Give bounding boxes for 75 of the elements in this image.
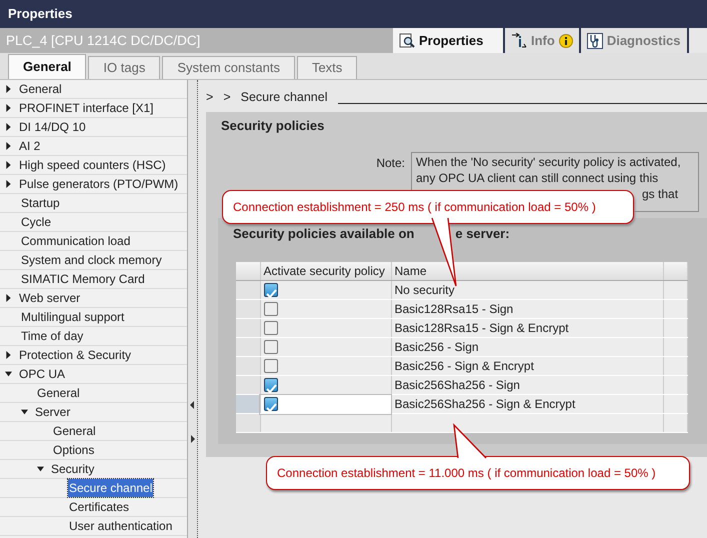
tree-item[interactable]: General — [36, 384, 81, 402]
tree-item[interactable]: AI 2 — [18, 137, 42, 155]
tree-item[interactable]: SIMATIC Memory Card — [20, 270, 146, 288]
view-tab[interactable]: Properties — [393, 28, 505, 53]
tab[interactable]: Texts — [296, 56, 358, 79]
check-icon — [264, 288, 276, 300]
note-line: any OPC UA client can still connect using this — [416, 170, 658, 186]
checkbox[interactable] — [264, 378, 278, 392]
tree-item[interactable]: System and clock memory — [20, 251, 163, 269]
expand-arrow-icon[interactable] — [5, 85, 12, 93]
table-cell: Basic128Rsa15 - Sign — [391, 300, 663, 318]
note-line: When the 'No security' security policy is activated, — [416, 154, 681, 170]
splitter[interactable] — [188, 80, 198, 538]
tab[interactable]: System constants — [162, 56, 295, 79]
table-cell: Basic256Sha256 - Sign — [391, 376, 663, 394]
tree-item[interactable]: Protection & Security — [18, 346, 132, 364]
checkbox[interactable] — [264, 397, 278, 411]
expand-arrow-icon[interactable] — [5, 294, 12, 302]
callout-pointer — [432, 218, 457, 287]
breadcrumb-separator: > — [206, 88, 214, 106]
table-cell: Basic256 - Sign — [391, 338, 663, 356]
breadcrumb-separator: > — [223, 88, 231, 106]
tree-item[interactable]: Time of day — [20, 327, 84, 345]
expand-arrow-icon[interactable] — [5, 104, 12, 112]
checkbox[interactable] — [264, 340, 278, 354]
tree-item[interactable]: PROFINET interface [X1] — [18, 99, 154, 117]
tree-item[interactable]: General — [18, 80, 63, 98]
checkbox[interactable] — [264, 302, 278, 316]
expand-arrow-icon[interactable] — [5, 351, 12, 359]
tree-item[interactable]: Certificates — [68, 498, 130, 516]
table-heading: e server: — [455, 225, 510, 243]
tree-item[interactable]: Startup — [20, 194, 61, 212]
tree-item[interactable]: High speed counters (HSC) — [18, 156, 167, 174]
tab[interactable]: IO tags — [88, 56, 160, 79]
tree-item[interactable]: OPC UA — [18, 365, 66, 383]
tree-item[interactable]: Communication load — [20, 232, 132, 250]
tree-item[interactable]: User authentication — [68, 517, 174, 535]
tree-item[interactable]: Web server — [18, 289, 82, 307]
expand-arrow-icon[interactable] — [5, 142, 12, 150]
table-cell: Basic256 - Sign & Encrypt — [391, 356, 663, 376]
expand-arrow-icon[interactable] — [5, 123, 12, 131]
tree-item[interactable]: Security — [50, 460, 96, 478]
object-title: PLC_4 [CPU 1214C DC/DC/DC] — [0, 28, 393, 53]
table-cell: Basic128Rsa15 - Sign & Encrypt — [391, 318, 663, 338]
magnifier-icon — [399, 32, 415, 48]
table-cell: Basic256Sha256 - Sign & Encrypt — [391, 394, 663, 414]
collapse-arrow-icon[interactable] — [5, 370, 12, 378]
window-title: Properties — [0, 0, 707, 28]
tree-item[interactable]: General — [52, 422, 97, 440]
breadcrumb-current[interactable]: Secure channel — [240, 88, 328, 106]
tree-item[interactable]: Cycle — [20, 213, 52, 231]
tree-item[interactable]: Pulse generators (PTO/PWM) — [18, 175, 180, 193]
arrows-info-icon — [511, 32, 527, 48]
tree-item[interactable]: Server — [34, 403, 72, 421]
checkbox[interactable] — [264, 283, 278, 297]
column-header: Name — [391, 262, 663, 280]
expand-arrow-icon[interactable] — [5, 180, 12, 188]
stethoscope-icon — [586, 32, 603, 48]
tree-item[interactable]: DI 14/DQ 10 — [18, 118, 87, 136]
checkbox[interactable] — [264, 359, 278, 373]
column-header: Activate security policy — [260, 262, 391, 280]
note-label: Note: — [376, 155, 405, 172]
tree-item[interactable]: Options — [52, 441, 96, 459]
table-heading: Security policies available on — [233, 225, 414, 243]
tree-item[interactable]: Secure channel — [68, 479, 154, 497]
note-line: gs that — [642, 186, 678, 202]
checkbox[interactable] — [264, 321, 278, 335]
collapse-arrow-icon[interactable] — [21, 408, 28, 416]
callout-pointer — [453, 424, 487, 459]
section-title: Security policies — [221, 117, 326, 135]
expand-arrow-icon[interactable] — [5, 161, 12, 169]
collapse-arrow-icon[interactable] — [37, 465, 44, 473]
table-cell: No security — [391, 280, 663, 300]
tree-item[interactable]: Multilingual support — [20, 308, 126, 326]
tab[interactable]: General — [8, 54, 86, 79]
